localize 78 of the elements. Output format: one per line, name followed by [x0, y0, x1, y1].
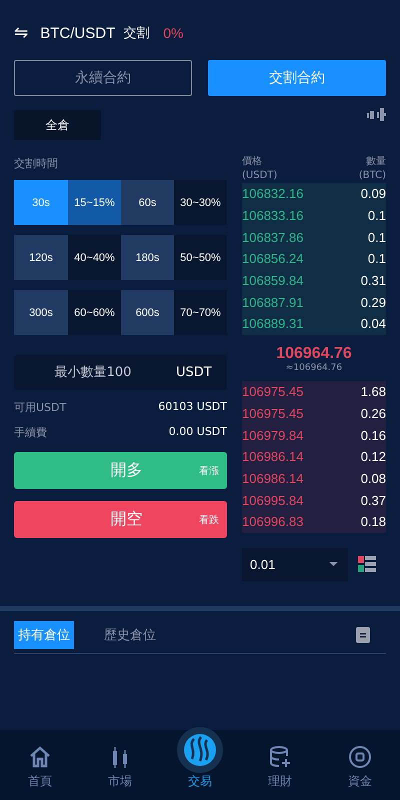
amount-input[interactable]: 最小數量100: [26, 364, 160, 381]
margin-mode-button[interactable]: 全倉: [14, 110, 101, 140]
position-tab[interactable]: 歷史倉位: [100, 620, 160, 649]
info-value: 60103 USDT: [158, 400, 227, 415]
info-label: 可用USDT: [14, 400, 66, 415]
contract-type: 交割: [123, 25, 150, 42]
book-layout-icon[interactable]: [358, 556, 376, 572]
precision-dropdown[interactable]: 0.01: [242, 548, 348, 581]
approx-price: ≈106964.76: [284, 362, 344, 373]
bid-price: 106887.91: [242, 294, 304, 310]
profit-range: 50~50%: [174, 235, 227, 280]
ask-amount: 0.37: [360, 492, 386, 508]
database-plus-icon: [268, 745, 292, 769]
nav-item[interactable]: 理財: [250, 730, 310, 800]
section-label: 交割時間: [14, 156, 59, 171]
bid-amount: 0.1: [368, 230, 386, 245]
time-option[interactable]: 120s: [14, 235, 68, 280]
nav-item[interactable]: 交易: [170, 730, 230, 800]
nav-item[interactable]: 首頁: [10, 730, 70, 800]
home-icon: [28, 745, 52, 769]
bid-amount: 0.1: [368, 251, 386, 266]
time-option[interactable]: 600s: [121, 290, 174, 335]
document-icon[interactable]: [356, 626, 370, 643]
bid-price: 106889.31: [242, 316, 304, 332]
ask-price: 106975.45: [242, 384, 304, 400]
time-option[interactable]: 180s: [121, 235, 174, 280]
info-value: 0.00 USDT: [168, 425, 227, 440]
ask-price: 106995.84: [242, 492, 304, 508]
ask-price: 106986.14: [242, 470, 304, 486]
unit-label: USDT: [176, 365, 212, 380]
target-icon: [348, 745, 372, 769]
ask-price: 106996.83: [242, 514, 304, 530]
bid-amount: 0.31: [360, 273, 386, 288]
pair-title: BTC/USDT: [40, 24, 116, 42]
time-option[interactable]: 30s: [14, 180, 68, 225]
column-header: 價格: [242, 154, 262, 168]
position-tab[interactable]: 持有倉位: [14, 620, 74, 649]
bid-price: 106837.86: [242, 230, 304, 245]
column-unit: (BTC): [358, 170, 386, 181]
amount-field[interactable]: 最小數量100 USDT: [14, 355, 227, 390]
time-option[interactable]: 60s: [121, 180, 174, 225]
trade-logo-icon: [177, 727, 223, 773]
profit-range: 70~70%: [174, 290, 227, 335]
profit-range: 15~15%: [68, 180, 121, 225]
ask-price: 106979.84: [242, 428, 304, 443]
column-unit: (USDT): [242, 170, 278, 181]
time-option[interactable]: 300s: [14, 290, 68, 335]
bid-price: 106859.84: [242, 273, 304, 288]
profit-range: 40~40%: [68, 235, 121, 280]
profit-range: 60~60%: [68, 290, 121, 335]
bid-amount: 0.29: [360, 294, 386, 310]
swap-icon[interactable]: ⇋: [14, 23, 28, 43]
last-price: 106964.76: [275, 344, 353, 363]
bid-amount: 0.1: [368, 208, 386, 224]
profit-range: 30~30%: [174, 180, 227, 225]
ask-price: 106986.14: [242, 449, 304, 464]
ask-amount: 0.08: [360, 470, 386, 486]
nav-item[interactable]: 資金: [330, 730, 390, 800]
ask-amount: 1.68: [360, 384, 386, 400]
contract-tab[interactable]: 永續合約: [14, 60, 192, 96]
bid-price: 106856.24: [242, 251, 304, 266]
ask-amount: 0.18: [360, 514, 386, 530]
ask-amount: 0.12: [360, 449, 386, 464]
bid-price: 106833.16: [242, 208, 304, 224]
bid-amount: 0.09: [360, 186, 386, 202]
column-header: 數量: [366, 155, 386, 168]
ask-price: 106975.45: [242, 406, 304, 421]
info-label: 手續費: [14, 425, 47, 440]
caret-icon: [329, 562, 338, 567]
bid-amount: 0.04: [360, 316, 386, 332]
bid-price: 106832.16: [242, 186, 304, 202]
ask-amount: 0.16: [360, 428, 386, 443]
short-button[interactable]: 開空 看跌: [14, 501, 227, 538]
nav-item[interactable]: 市場: [90, 730, 150, 800]
candlestick-icon[interactable]: [366, 107, 386, 123]
ask-amount: 0.26: [360, 406, 386, 421]
contract-tab[interactable]: 交割合約: [208, 60, 386, 96]
change-percent: 0%: [163, 25, 184, 41]
